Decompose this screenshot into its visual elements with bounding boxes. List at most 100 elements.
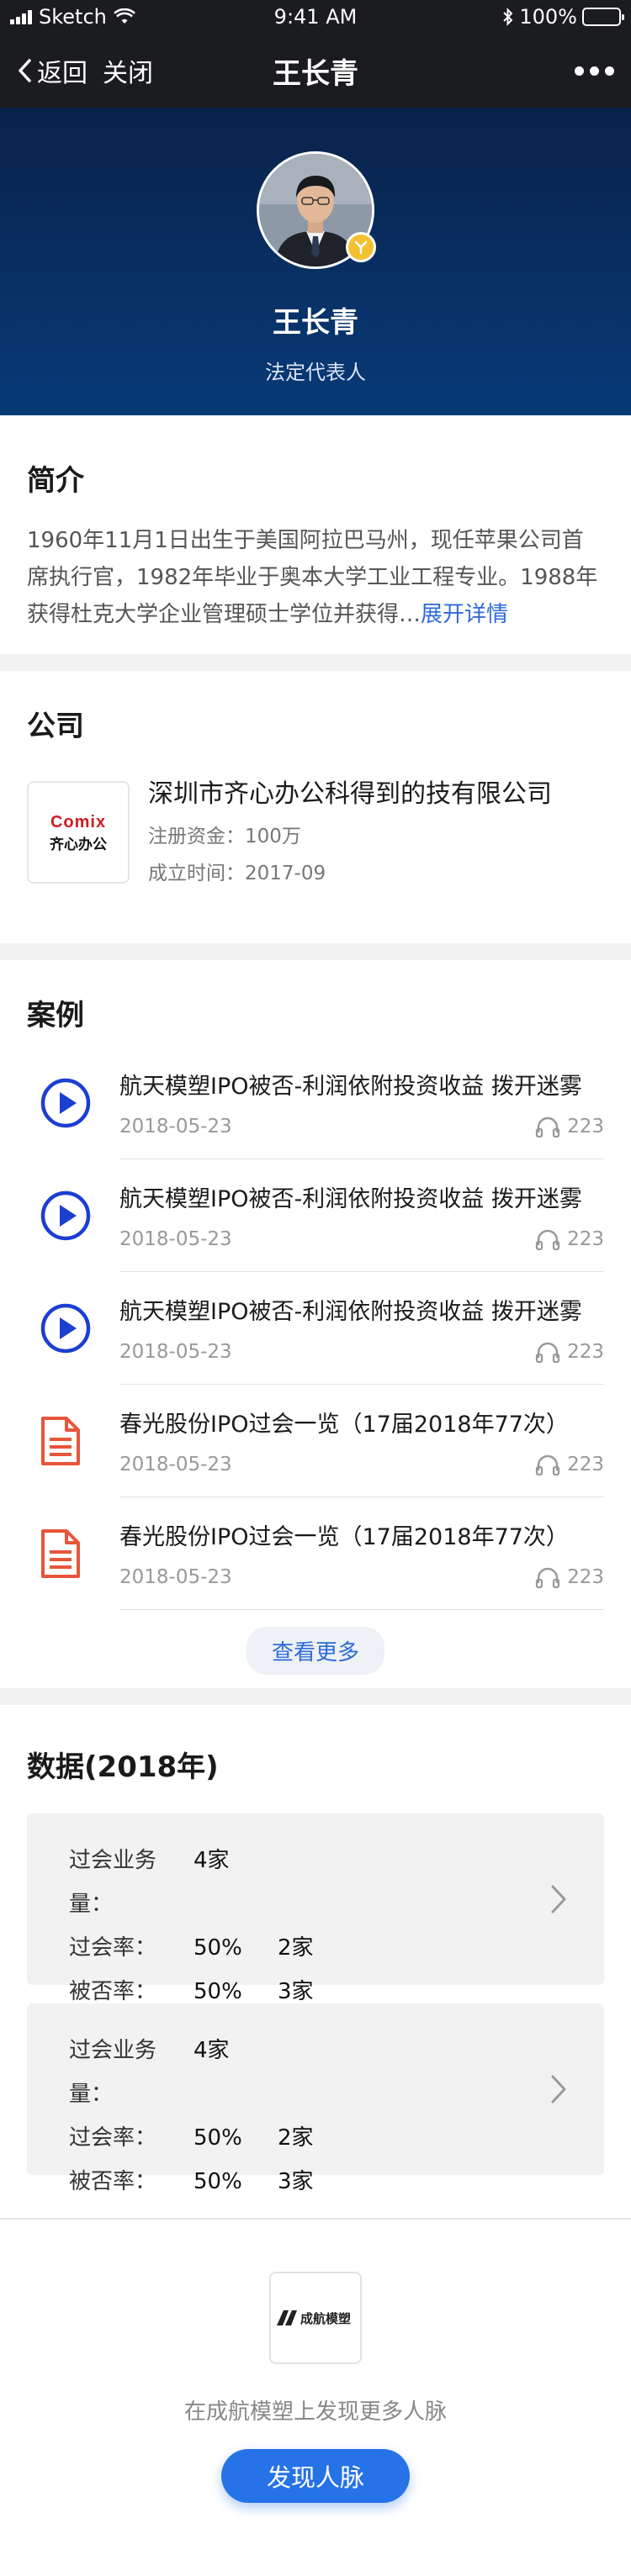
carrier-label: Sketch xyxy=(39,5,107,29)
signal-icon xyxy=(10,9,32,24)
reject-rate: 50% xyxy=(194,2169,242,2194)
pass-label: 过会率： xyxy=(69,2125,157,2151)
data-card[interactable]: 过会业务量： 4家 过会率： 50% 2家 被否率： 50% 3家 xyxy=(27,1813,604,2004)
discover-connections-button[interactable]: 发现人脉 xyxy=(221,2449,410,2503)
footer-logo: 成航模塑 xyxy=(269,2272,362,2364)
data-row-pass: 过会率： 50% 2家 xyxy=(69,1926,562,1970)
headphones-icon xyxy=(535,1116,560,1138)
case-date: 2018-05-23 xyxy=(119,1341,232,1363)
intro-section: 简介 1960年11月1日出生于美国阿拉巴马州，现任苹果公司首席执行官，1982… xyxy=(0,415,631,654)
case-title: 春光股份IPO过会一览（17届2018年77次） xyxy=(119,1524,569,1550)
case-title: 航天模塑IPO被否-利润依附投资收益 拨开迷雾 xyxy=(119,1299,582,1325)
case-item[interactable]: 航天模塑IPO被否-利润依附投资收益 拨开迷雾 2018-05-23 223 xyxy=(27,1159,604,1272)
intro-text: 1960年11月1日出生于美国阿拉巴马州，现任苹果公司首席执行官，1982年毕业… xyxy=(27,522,604,633)
company-info: 深圳市齐心办公科得到的技有限公司 注册资金：100万 成立时间：2017-09 xyxy=(148,773,552,892)
section-divider xyxy=(0,654,631,671)
headphones-icon xyxy=(535,1342,560,1363)
company-founded: 成立时间：2017-09 xyxy=(148,863,326,884)
case-meta: 2018-05-23 223 xyxy=(119,1116,604,1138)
case-date: 2018-05-23 xyxy=(119,1228,232,1250)
case-meta: 2018-05-23 223 xyxy=(119,1566,604,1588)
case-body: 航天模塑IPO被否-利润依附投资收益 拨开迷雾 2018-05-23 223 xyxy=(119,1159,604,1272)
company-title: 公司 xyxy=(27,710,84,743)
company-logo-bottom: 齐心办公 xyxy=(50,836,107,853)
nav-bar: 返回 关闭 王长青 xyxy=(0,34,631,108)
footer-text: 在成航模塑上发现更多人脉 xyxy=(183,2399,447,2425)
document-icon xyxy=(27,1528,119,1579)
company-capital: 注册资金：100万 xyxy=(148,826,301,847)
case-play-count: 223 xyxy=(567,1454,604,1475)
footer: 成航模塑 在成航模塑上发现更多人脉 发现人脉 xyxy=(0,2220,631,2503)
case-body: 航天模塑IPO被否-利润依附投资收益 拨开迷雾 2018-05-23 223 xyxy=(119,1272,604,1385)
case-title: 春光股份IPO过会一览（17届2018年77次） xyxy=(119,1412,569,1438)
company-logo-top: Comix xyxy=(50,813,106,831)
headphones-icon xyxy=(535,1229,560,1250)
pass-rate: 50% xyxy=(194,2125,242,2151)
data-title: 数据(2018年) xyxy=(27,1750,219,1784)
company-logo: Comix 齐心办公 xyxy=(27,781,130,884)
case-plays: 223 xyxy=(535,1566,604,1588)
top-bar: Sketch 9:41 AM 100% 返回 关闭 王长青 xyxy=(0,0,631,108)
footer-logo-text: 成航模塑 xyxy=(300,2311,351,2326)
company-card[interactable]: Comix 齐心办公 深圳市齐心办公科得到的技有限公司 注册资金：100万 成立… xyxy=(27,773,604,892)
data-card[interactable]: 过会业务量： 4家 过会率： 50% 2家 被否率： 50% 3家 xyxy=(27,2003,604,2194)
headphones-icon xyxy=(535,1567,560,1588)
bluetooth-icon xyxy=(503,8,513,26)
profile-hero: 王长青 法定代表人 xyxy=(0,108,631,415)
volume-value: 4家 xyxy=(194,2038,230,2063)
status-right: 100% xyxy=(502,5,624,29)
data-row-pass: 过会率： 50% 2家 xyxy=(69,2116,562,2160)
company-name: 深圳市齐心办公科得到的技有限公司 xyxy=(148,779,552,809)
play-circle-icon xyxy=(27,1190,119,1242)
section-divider xyxy=(0,1688,631,1705)
back-button[interactable]: 返回 xyxy=(17,52,87,89)
data-row-volume: 过会业务量： 4家 xyxy=(69,2029,562,2116)
volume-label: 过会业务量： xyxy=(69,1848,157,1917)
case-item[interactable]: 航天模塑IPO被否-利润依附投资收益 拨开迷雾 2018-05-23 223 xyxy=(27,1047,604,1159)
volume-label: 过会业务量： xyxy=(69,2038,157,2107)
data-section: 数据(2018年) 过会业务量： 4家 过会率： 50% 2家 被否率： 50%… xyxy=(0,1705,631,2218)
intro-body: 1960年11月1日出生于美国阿拉巴马州，现任苹果公司首席执行官，1982年毕业… xyxy=(27,528,598,627)
case-meta: 2018-05-23 223 xyxy=(119,1454,604,1475)
more-button[interactable] xyxy=(575,58,614,84)
reject-count: 3家 xyxy=(278,2169,314,2194)
case-list: 航天模塑IPO被否-利润依附投资收益 拨开迷雾 2018-05-23 223 航… xyxy=(27,1047,604,1610)
close-button[interactable]: 关闭 xyxy=(103,52,153,89)
case-play-count: 223 xyxy=(567,1341,604,1363)
case-plays: 223 xyxy=(535,1454,604,1475)
section-divider xyxy=(0,943,631,960)
case-body: 航天模塑IPO被否-利润依附投资收益 拨开迷雾 2018-05-23 223 xyxy=(119,1047,604,1159)
volume-value: 4家 xyxy=(194,1848,230,1873)
cases-title: 案例 xyxy=(27,999,84,1032)
chevron-right-icon xyxy=(551,2075,566,2104)
headphones-icon xyxy=(535,1454,560,1475)
company-section: 公司 Comix 齐心办公 深圳市齐心办公科得到的技有限公司 注册资金：100万… xyxy=(0,671,631,943)
case-meta: 2018-05-23 223 xyxy=(119,1341,604,1363)
case-title: 航天模塑IPO被否-利润依附投资收益 拨开迷雾 xyxy=(119,1074,582,1100)
verified-badge-icon xyxy=(346,232,376,262)
case-plays: 223 xyxy=(535,1228,604,1250)
case-item[interactable]: 春光股份IPO过会一览（17届2018年77次） 2018-05-23 223 xyxy=(27,1497,604,1610)
more-dots-icon xyxy=(575,66,614,76)
case-play-count: 223 xyxy=(567,1566,604,1588)
play-circle-icon xyxy=(27,1302,119,1354)
data-row-reject: 被否率： 50% 3家 xyxy=(69,2160,562,2204)
back-label: 返回 xyxy=(37,59,87,88)
case-title: 航天模塑IPO被否-利润依附投资收益 拨开迷雾 xyxy=(119,1186,582,1212)
case-item[interactable]: 春光股份IPO过会一览（17届2018年77次） 2018-05-23 223 xyxy=(27,1385,604,1497)
case-date: 2018-05-23 xyxy=(119,1454,232,1475)
data-row-volume: 过会业务量： 4家 xyxy=(69,1839,562,1926)
pass-label: 过会率： xyxy=(69,1935,157,1961)
view-more-button[interactable]: 查看更多 xyxy=(246,1627,384,1675)
case-plays: 223 xyxy=(535,1341,604,1363)
status-bar: Sketch 9:41 AM 100% xyxy=(0,0,631,34)
case-plays: 223 xyxy=(535,1116,604,1138)
case-item[interactable]: 航天模塑IPO被否-利润依附投资收益 拨开迷雾 2018-05-23 223 xyxy=(27,1272,604,1385)
expand-details-link[interactable]: 展开详情 xyxy=(421,602,508,627)
pass-count: 2家 xyxy=(278,2125,314,2151)
nav-left: 返回 关闭 xyxy=(17,52,153,89)
case-play-count: 223 xyxy=(567,1228,604,1250)
case-date: 2018-05-23 xyxy=(119,1566,232,1588)
view-more-wrap: 查看更多 xyxy=(27,1627,604,1675)
play-circle-icon xyxy=(27,1077,119,1129)
